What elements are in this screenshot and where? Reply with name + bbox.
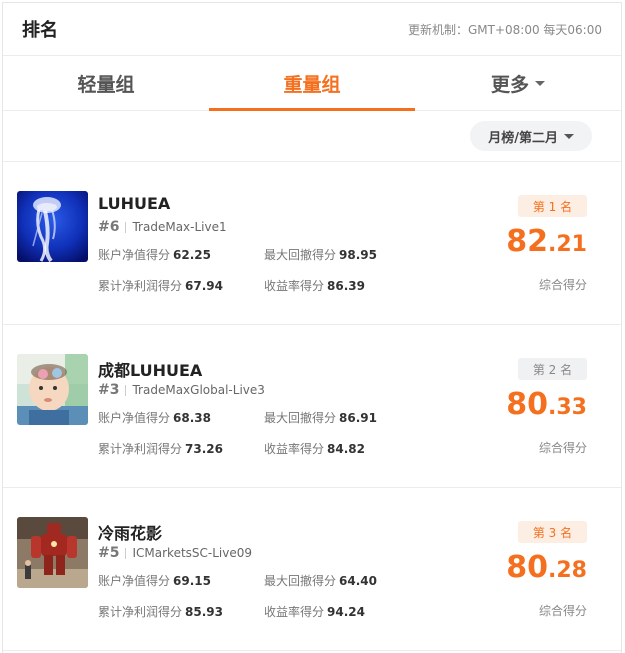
score-label: 综合得分: [538, 604, 587, 618]
profit-stat: 累计净利润得分 73.26: [98, 440, 223, 457]
jellyfish-photo-icon: [17, 191, 88, 262]
update-info: 更新机制：GMT+08:00 每天06:00: [407, 22, 602, 37]
rank-badge: 第 3 名: [518, 521, 587, 543]
trader-name[interactable]: 冷雨花影: [98, 520, 162, 544]
composite-score: 80.33: [506, 387, 587, 422]
return-stat: 收益率得分 84.82: [264, 440, 365, 457]
tab-label: 更多: [490, 73, 529, 96]
stat-label: 账户净值得分: [98, 411, 171, 425]
return-stat: 收益率得分 86.39: [264, 277, 365, 294]
divider: [125, 221, 127, 233]
drawdown-stat: 最大回撤得分 64.40: [264, 572, 377, 589]
baby-photo-icon: [17, 354, 88, 425]
tab-heavy-group[interactable]: 重量组: [209, 56, 415, 111]
stat-value: 68.38: [173, 411, 211, 425]
stat-value: 86.39: [327, 279, 365, 293]
stat-label: 累计净利润得分: [98, 279, 183, 293]
equity-stat: 账户净值得分 68.38: [98, 409, 211, 426]
profit-stat: 累计净利润得分 85.93: [98, 603, 223, 620]
chevron-down-icon: [564, 133, 574, 139]
stat-value: 85.93: [185, 605, 223, 619]
trader-number: #6: [98, 219, 120, 235]
stat-label: 账户净值得分: [98, 574, 171, 588]
score-decimal: 21: [556, 232, 587, 257]
account-meta: #6 TradeMax-Live1: [98, 219, 227, 235]
chevron-down-icon: [535, 80, 545, 86]
stat-value: 64.40: [339, 574, 377, 588]
stat-value: 69.15: [173, 574, 211, 588]
ranking-card[interactable]: 成都LUHUEA #3 TradeMaxGlobal-Live3 账户净值得分 6…: [3, 325, 621, 488]
stat-value: 84.82: [327, 442, 365, 456]
period-filter-label: 月榜/第二月: [488, 130, 558, 146]
rank-badge: 第 1 名: [518, 195, 587, 217]
score-integer: 80: [506, 550, 549, 585]
stat-value: 86.91: [339, 411, 377, 425]
composite-score: 80.28: [506, 550, 587, 585]
score-decimal: 33: [556, 395, 587, 420]
robot-statue-photo-icon: [17, 517, 88, 588]
stat-label: 累计净利润得分: [98, 442, 183, 456]
divider: [125, 384, 127, 396]
trader-number: #3: [98, 382, 120, 398]
equity-stat: 账户净值得分 62.25: [98, 246, 211, 263]
ranking-card[interactable]: 冷雨花影 #5 ICMarketsSC-Live09 账户净值得分 69.15 最…: [3, 488, 621, 651]
stat-value: 94.24: [327, 605, 365, 619]
stat-label: 收益率得分: [264, 442, 325, 456]
stat-label: 最大回撤得分: [264, 411, 337, 425]
stat-value: 98.95: [339, 248, 377, 262]
account-server: TradeMaxGlobal-Live3: [132, 383, 265, 397]
return-stat: 收益率得分 94.24: [264, 603, 365, 620]
trader-number: #5: [98, 545, 120, 561]
stat-label: 账户净值得分: [98, 248, 171, 262]
avatar[interactable]: [17, 191, 88, 262]
stat-value: 67.94: [185, 279, 223, 293]
account-meta: #5 ICMarketsSC-Live09: [98, 545, 252, 561]
panel-header: 排名 更新机制：GMT+08:00 每天06:00: [3, 3, 621, 56]
score-label: 综合得分: [538, 441, 587, 455]
account-server: TradeMax-Live1: [132, 220, 227, 234]
rank-badge: 第 2 名: [518, 358, 587, 380]
ranking-panel: 排名 更新机制：GMT+08:00 每天06:00 轻量组 重量组 更多 月榜/…: [2, 2, 622, 653]
drawdown-stat: 最大回撤得分 98.95: [264, 246, 377, 263]
stat-value: 73.26: [185, 442, 223, 456]
equity-stat: 账户净值得分 69.15: [98, 572, 211, 589]
tab-label: 轻量组: [77, 73, 135, 96]
composite-score: 82.21: [506, 224, 587, 259]
page-title: 排名: [22, 20, 58, 41]
tab-more[interactable]: 更多: [415, 56, 621, 110]
stat-label: 累计净利润得分: [98, 605, 183, 619]
period-filter-dropdown[interactable]: 月榜/第二月: [470, 121, 592, 151]
stat-label: 最大回撤得分: [264, 248, 337, 262]
avatar[interactable]: [17, 354, 88, 425]
score-integer: 80: [506, 387, 549, 422]
ranking-card[interactable]: LUHUEA #6 TradeMax-Live1 账户净值得分 62.25 最大回…: [3, 162, 621, 325]
filter-row: 月榜/第二月: [3, 111, 621, 162]
group-tabs: 轻量组 重量组 更多: [3, 56, 621, 111]
account-server: ICMarketsSC-Live09: [132, 546, 253, 560]
trader-name[interactable]: 成都LUHUEA: [98, 357, 202, 381]
profit-stat: 累计净利润得分 67.94: [98, 277, 223, 294]
account-meta: #3 TradeMaxGlobal-Live3: [98, 382, 265, 398]
stat-label: 收益率得分: [264, 605, 325, 619]
score-label: 综合得分: [538, 278, 587, 292]
drawdown-stat: 最大回撤得分 86.91: [264, 409, 377, 426]
tab-light-group[interactable]: 轻量组: [3, 56, 209, 110]
score-decimal: 28: [556, 558, 587, 583]
stat-label: 最大回撤得分: [264, 574, 337, 588]
tab-label: 重量组: [283, 73, 341, 96]
stat-label: 收益率得分: [264, 279, 325, 293]
avatar[interactable]: [17, 517, 88, 588]
divider: [125, 547, 127, 559]
trader-name[interactable]: LUHUEA: [98, 194, 170, 213]
score-integer: 82: [506, 224, 549, 259]
stat-value: 62.25: [173, 248, 211, 262]
